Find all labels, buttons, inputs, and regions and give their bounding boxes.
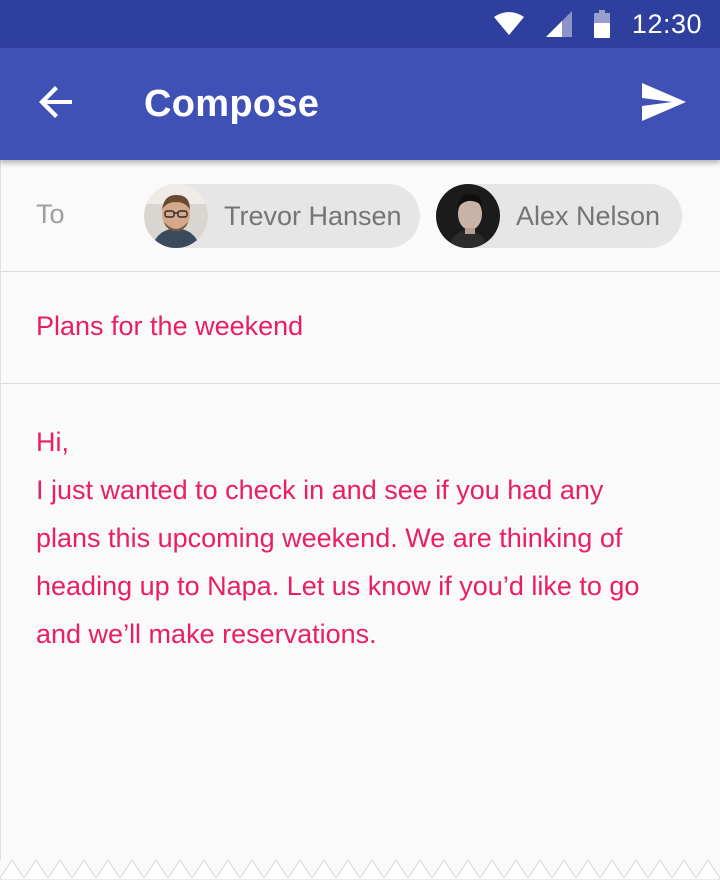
arrow-back-icon bbox=[38, 84, 74, 125]
torn-paper-edge bbox=[0, 859, 720, 880]
recipient-chip-alex-nelson[interactable]: Alex Nelson bbox=[436, 184, 682, 248]
recipients-row: To Trevor Hansen Alex Nelson bbox=[0, 160, 720, 272]
to-label: To bbox=[36, 199, 65, 229]
body-line: I just wanted to check in and see if you… bbox=[36, 475, 604, 505]
body-line: plans this upcoming weekend. We are thin… bbox=[36, 523, 623, 553]
body-line: heading up to Napa. Let us know if you’d… bbox=[36, 571, 640, 601]
left-divider bbox=[0, 160, 1, 860]
status-bar: 12:30 bbox=[0, 0, 720, 48]
avatar bbox=[144, 184, 208, 248]
battery-icon bbox=[593, 10, 610, 38]
subject-text: Plans for the weekend bbox=[36, 311, 304, 341]
avatar bbox=[436, 184, 500, 248]
app-bar: Compose bbox=[0, 48, 720, 160]
wifi-icon bbox=[493, 12, 524, 36]
body-line: and we’ll make reservations. bbox=[36, 619, 377, 649]
send-icon bbox=[642, 82, 686, 126]
cell-signal-icon bbox=[545, 11, 572, 37]
body-line: Hi, bbox=[36, 427, 69, 457]
subject-field[interactable]: Plans for the weekend bbox=[0, 272, 720, 384]
message-body-field[interactable]: Hi, I just wanted to check in and see if… bbox=[36, 418, 686, 658]
send-button[interactable] bbox=[636, 76, 692, 132]
page-title: Compose bbox=[144, 83, 320, 125]
recipient-name: Alex Nelson bbox=[516, 200, 661, 231]
recipient-name: Trevor Hansen bbox=[224, 200, 402, 231]
back-button[interactable] bbox=[28, 76, 84, 132]
status-time: 12:30 bbox=[631, 8, 702, 39]
recipient-chip-trevor-hansen[interactable]: Trevor Hansen bbox=[144, 184, 420, 248]
